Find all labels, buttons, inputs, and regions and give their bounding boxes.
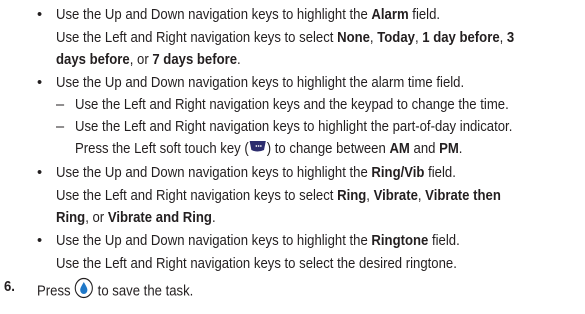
alarm-line-3: days before, or 7 days before. [56,52,241,68]
alarm-time-dash-3: Press the Left soft touch key () to chan… [75,139,463,157]
instructions: • Use the Up and Down navigation keys to… [0,0,585,314]
alarm-time-dash-2: Use the Left and Right navigation keys t… [75,119,513,135]
ok-key-icon [74,277,94,304]
alarm-line-2: Use the Left and Right navigation keys t… [56,30,515,46]
left-soft-touch-key-icon [249,139,267,157]
alarm-line-1: Use the Up and Down navigation keys to h… [56,7,441,23]
ringtone-line-2: Use the Left and Right navigation keys t… [56,256,457,272]
step-6-text: Press to save the task. [37,277,193,305]
bullet: • [37,7,43,23]
alarm-time-line-1: Use the Up and Down navigation keys to h… [56,75,465,91]
bullet: • [37,165,43,181]
alarm-time-dash-1: Use the Left and Right navigation keys a… [75,97,509,113]
ring-line-2: Use the Left and Right navigation keys t… [56,188,501,204]
ringtone-line-1: Use the Up and Down navigation keys to h… [56,233,460,249]
bullet: • [37,75,43,91]
bullet: • [37,233,43,249]
dash: – [56,119,65,135]
ring-line-1: Use the Up and Down navigation keys to h… [56,165,456,181]
dash: – [56,97,65,113]
ring-line-3: Ring, or Vibrate and Ring. [56,210,216,226]
step-number: 6. [4,279,15,295]
